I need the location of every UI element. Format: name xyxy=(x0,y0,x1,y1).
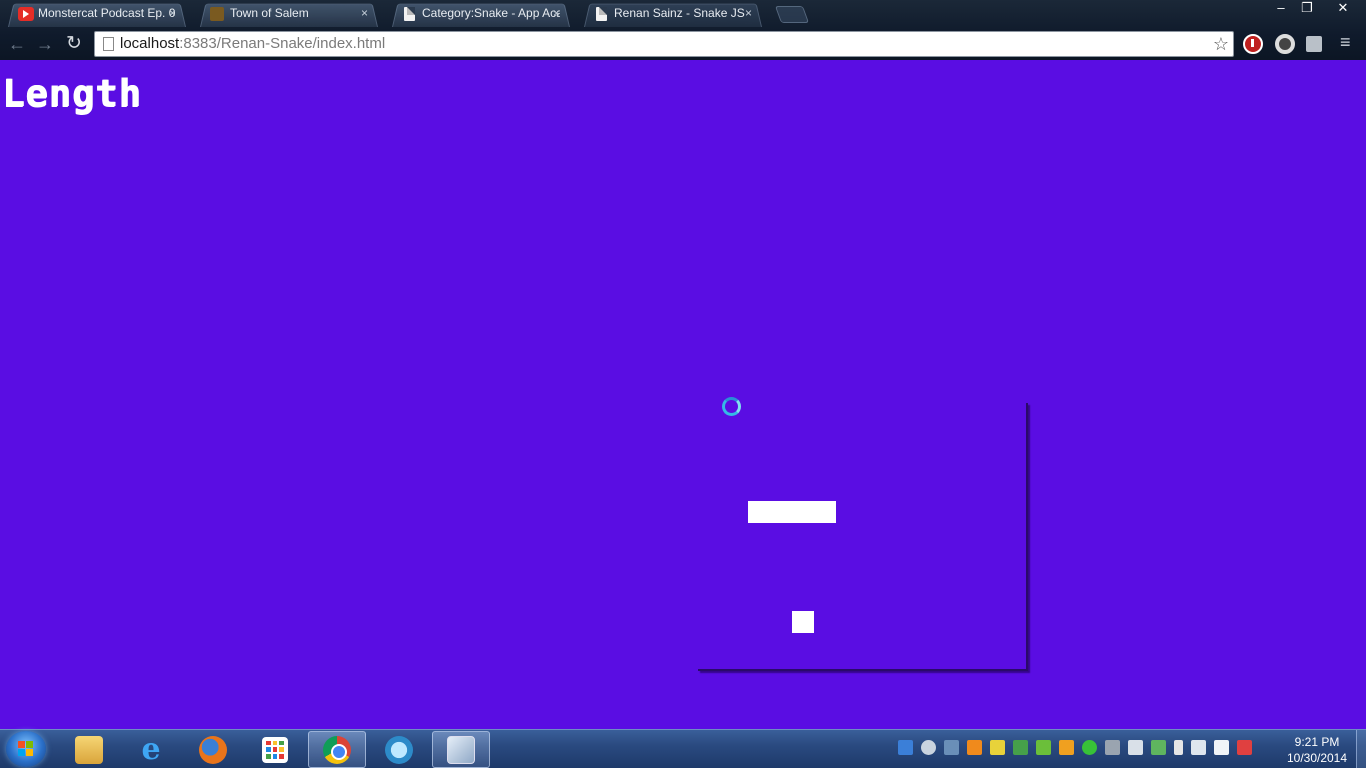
check-tray-icon[interactable] xyxy=(1151,740,1166,755)
taskbar-explorer[interactable] xyxy=(60,731,118,768)
taskbar-virtualbox[interactable] xyxy=(432,731,490,768)
system-clock[interactable]: 9:21 PM 10/30/2014 xyxy=(1278,734,1356,766)
forward-button[interactable]: → xyxy=(34,33,56,55)
reload-button[interactable]: ↻ xyxy=(63,33,85,55)
volume-icon[interactable] xyxy=(1191,740,1206,755)
chrome-menu-button[interactable]: ≡ xyxy=(1340,32,1351,53)
taskbar-apps[interactable] xyxy=(246,731,304,768)
windows-logo-icon xyxy=(18,741,34,757)
tab-title: Town of Salem xyxy=(230,6,309,20)
apps-grid-icon xyxy=(262,736,288,763)
town-of-salem-icon xyxy=(210,7,224,21)
tab-close-icon[interactable]: × xyxy=(553,2,560,25)
taskbar-internet-explorer[interactable]: e xyxy=(122,731,180,768)
ublock-extension-icon[interactable] xyxy=(1243,34,1263,54)
update-tray-icon[interactable] xyxy=(1059,740,1074,755)
tab-snake-js[interactable]: Renan Sainz - Snake JS × xyxy=(578,2,768,27)
address-bar[interactable]: localhost:8383/Renan-Snake/index.html ☆ xyxy=(94,31,1234,57)
clock-time: 9:21 PM xyxy=(1294,735,1340,749)
address-path: :8383/Renan-Snake/index.html xyxy=(179,35,386,52)
internet-explorer-icon: e xyxy=(141,731,161,767)
virtualbox-cube-icon xyxy=(447,735,475,764)
tab-town-of-salem[interactable]: Town of Salem × xyxy=(194,2,384,27)
wifi-tray-icon[interactable] xyxy=(1082,740,1097,755)
chip-tray-icon[interactable] xyxy=(1036,740,1051,755)
tab-monstercat[interactable]: Monstercat Podcast Ep. 02 × xyxy=(2,2,192,27)
snake-food xyxy=(792,611,814,633)
youtube-icon xyxy=(18,7,34,21)
malwarebytes-icon[interactable] xyxy=(898,740,913,755)
new-tab-button[interactable] xyxy=(774,6,810,23)
page-content: Length xyxy=(0,60,1366,729)
tab-close-icon[interactable]: × xyxy=(169,2,176,25)
length-label: Length xyxy=(2,72,142,115)
browser-toolbar: ← → ↻ localhost:8383/Renan-Snake/index.h… xyxy=(0,28,1366,60)
taskbar-tree-app[interactable] xyxy=(370,731,428,768)
show-desktop-button[interactable] xyxy=(1356,730,1366,768)
snake-body xyxy=(748,501,836,523)
tab-title: Monstercat Podcast Ep. 02 xyxy=(38,6,176,20)
page-icon xyxy=(596,7,607,21)
extension-circle-icon[interactable] xyxy=(1275,34,1295,54)
system-tray xyxy=(898,740,1252,760)
tree-app-icon xyxy=(385,735,413,764)
window-controls: – ❐ ✕ xyxy=(1268,0,1366,20)
game-board[interactable] xyxy=(698,403,1028,671)
page-icon xyxy=(404,7,415,21)
tools-tray-icon[interactable] xyxy=(1105,740,1120,755)
orange-tray-icon[interactable] xyxy=(967,740,982,755)
tab-category-snake[interactable]: Category:Snake - App Aca × xyxy=(386,2,576,27)
tab-strip: Monstercat Podcast Ep. 02 × Town of Sale… xyxy=(0,0,1366,27)
maximize-button[interactable]: ❐ xyxy=(1294,0,1320,18)
taskbar-chrome[interactable] xyxy=(308,731,366,768)
back-button[interactable]: ← xyxy=(6,33,28,55)
network-error-icon[interactable] xyxy=(1237,740,1252,755)
bookmark-star-icon[interactable]: ☆ xyxy=(1213,32,1229,56)
green-tray-icon[interactable] xyxy=(1013,740,1028,755)
puzzle-extension-icon[interactable] xyxy=(1306,36,1322,52)
address-host: localhost xyxy=(120,35,180,52)
taskbar: e 9:21 PM 10/30/2014 xyxy=(0,729,1366,768)
tab-close-icon[interactable]: × xyxy=(361,2,368,25)
monitor-tray-icon[interactable] xyxy=(944,740,959,755)
firefox-icon xyxy=(199,735,227,764)
file-explorer-icon xyxy=(75,735,103,764)
browser-chrome: Monstercat Podcast Ep. 02 × Town of Sale… xyxy=(0,0,1366,60)
close-window-button[interactable]: ✕ xyxy=(1320,0,1366,18)
tab-title: Category:Snake - App Aca xyxy=(422,6,560,20)
taskbar-firefox[interactable] xyxy=(184,731,242,768)
start-button[interactable] xyxy=(6,731,46,767)
tab-title: Renan Sainz - Snake JS xyxy=(614,6,745,20)
signal-bars-icon[interactable] xyxy=(1214,740,1229,755)
page-icon xyxy=(103,37,114,51)
display-tray-icon[interactable] xyxy=(1128,740,1143,755)
chrome-icon xyxy=(323,735,351,764)
steam-icon[interactable] xyxy=(921,740,936,755)
tab-close-icon[interactable]: × xyxy=(745,2,752,25)
battery-icon[interactable] xyxy=(1174,740,1183,755)
clock-date: 10/30/2014 xyxy=(1286,751,1348,765)
key-tray-icon[interactable] xyxy=(990,740,1005,755)
minimize-button[interactable]: – xyxy=(1268,0,1294,18)
